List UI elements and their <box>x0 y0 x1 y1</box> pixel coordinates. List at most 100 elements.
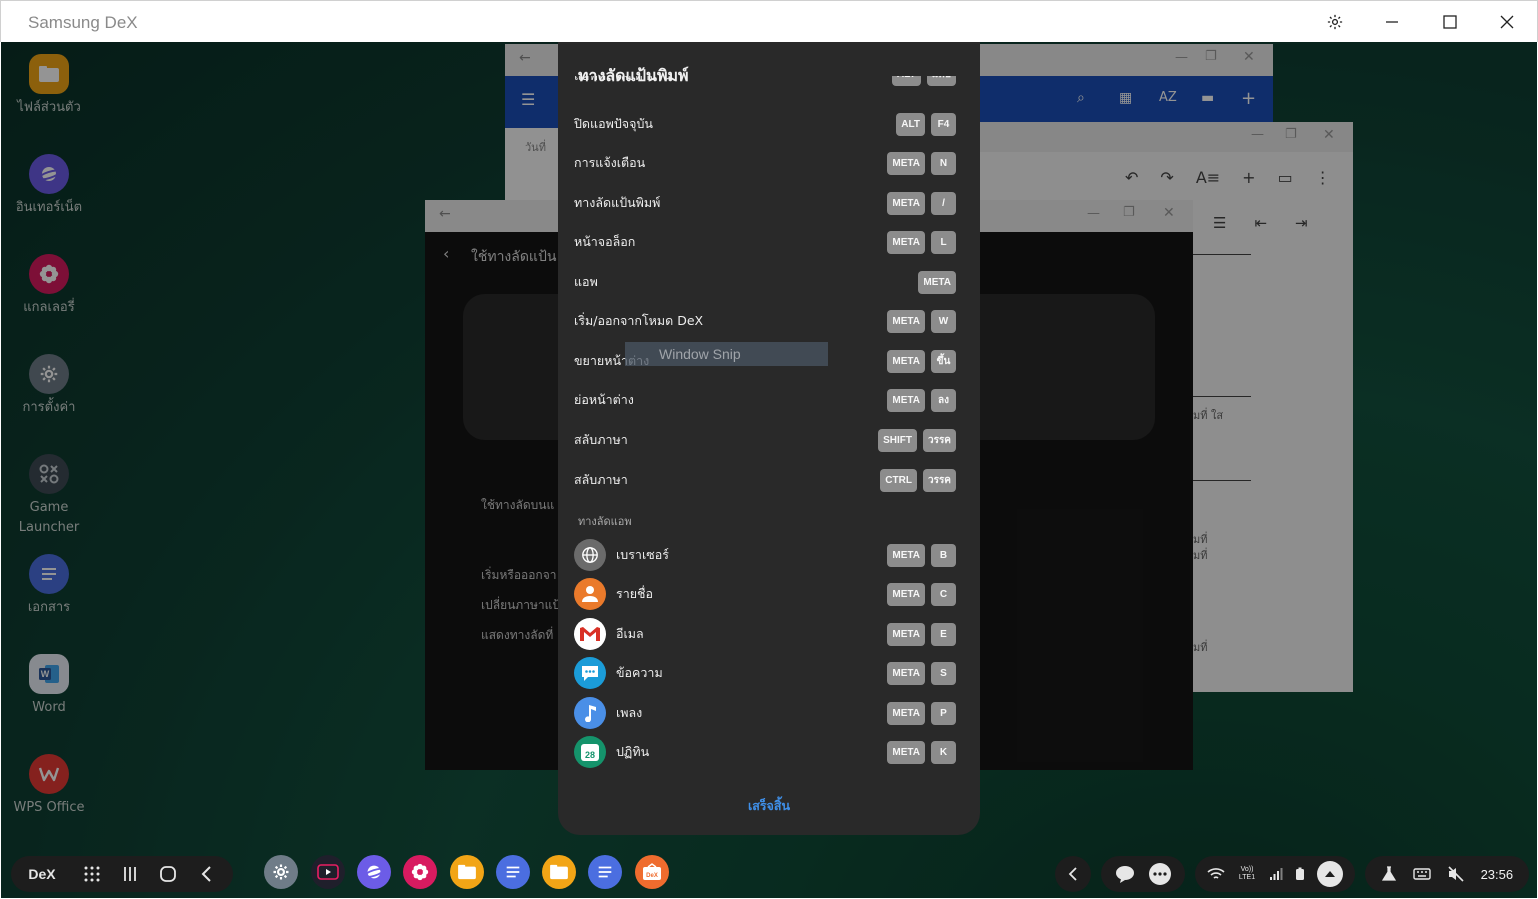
settings-line[interactable]: เริ่มหรือออกจา <box>481 566 556 585</box>
taskbar-files-app[interactable] <box>450 855 484 889</box>
desktop-icon-my-files[interactable]: ไฟล์ส่วนตัว <box>9 54 89 118</box>
desktop-icon-word[interactable]: W Word <box>9 654 89 718</box>
back-arrow-icon[interactable]: ← <box>519 50 531 66</box>
back-icon[interactable] <box>187 866 225 882</box>
taskbar-settings-app[interactable] <box>264 855 298 889</box>
lab-flask-icon[interactable] <box>1381 866 1397 882</box>
desktop-icon-label: Word <box>32 700 66 715</box>
taskbar-dex-app[interactable]: DeX <box>635 855 669 889</box>
caret-up-icon <box>1325 871 1335 877</box>
recent-apps-icon[interactable] <box>111 866 149 882</box>
add-icon[interactable]: + <box>1241 88 1256 109</box>
taskbar-internet-app[interactable] <box>357 855 391 889</box>
list-icon[interactable]: ☰ <box>1213 214 1226 232</box>
minimize-icon[interactable]: — <box>1175 50 1188 65</box>
collapse-tray-button[interactable] <box>1055 856 1091 892</box>
grid-icon[interactable]: ▦ <box>1119 90 1132 106</box>
keyboard-icon[interactable] <box>1413 867 1431 881</box>
document-icon <box>29 554 69 594</box>
desktop-icon-internet[interactable]: อินเทอร์เน็ต <box>9 154 89 218</box>
calendar-day: 28 <box>581 743 599 761</box>
dex-button[interactable]: DeX <box>11 866 73 882</box>
taskbar-video-app[interactable] <box>311 855 345 889</box>
minimize-icon[interactable]: — <box>1251 127 1264 142</box>
minimize-icon[interactable] <box>1379 9 1405 35</box>
close-icon[interactable]: ✕ <box>1163 205 1175 221</box>
home-icon[interactable] <box>149 865 187 883</box>
desktop-icon-settings[interactable]: การตั้งค่า <box>9 354 89 418</box>
key-cap: S <box>931 661 956 685</box>
key-cap: C <box>931 582 956 606</box>
settings-title: ใช้ทางลัดแป้น <box>471 249 557 265</box>
shortcut-keys: META ขึ้น <box>887 349 956 373</box>
outdent-icon[interactable]: ⇤ <box>1254 214 1267 232</box>
add-icon[interactable]: + <box>1242 168 1255 187</box>
desktop-icon-gallery[interactable]: แกลเลอรี่ <box>9 254 89 318</box>
mute-icon[interactable] <box>1447 866 1465 882</box>
status-tray[interactable]: Vo)) LTE1 <box>1195 856 1355 892</box>
key-cap: L <box>931 230 956 254</box>
taskbar-docs-app-2[interactable] <box>588 855 622 889</box>
app-shortcut-row-email: อีเมล META E <box>574 617 956 651</box>
restore-icon[interactable]: ❐ <box>1205 49 1217 64</box>
desktop-icon-documents[interactable]: เอกสาร <box>9 554 89 618</box>
key-cap: META <box>887 151 925 175</box>
close-icon[interactable] <box>1494 9 1520 35</box>
close-icon[interactable]: ✕ <box>1243 49 1255 65</box>
app-name: รายชื่อ <box>616 586 654 601</box>
notification-icons[interactable] <box>1101 856 1185 892</box>
chevron-left-icon[interactable]: ‹ <box>443 244 449 263</box>
key-cap: CTRL <box>880 468 917 492</box>
shortcut-name: สลับภาษา <box>574 432 628 447</box>
restore-icon[interactable]: ❐ <box>1285 127 1297 142</box>
restore-icon[interactable]: ❐ <box>1123 205 1135 220</box>
close-icon[interactable]: ✕ <box>1323 127 1335 143</box>
taskbar-files-app-2[interactable] <box>542 855 576 889</box>
shortcut-name: เริ่ม/ออกจากโหมด DeX <box>574 313 704 328</box>
redo-icon[interactable]: ↷ <box>1160 168 1173 187</box>
menu-icon[interactable]: ☰ <box>521 90 535 109</box>
game-launcher-icon <box>29 454 69 494</box>
folder-icon[interactable]: ▬ <box>1201 90 1214 106</box>
globe-planet-icon <box>29 154 69 194</box>
sort-icon[interactable]: AZ <box>1159 90 1177 105</box>
calendar-icon: 28 <box>574 736 606 768</box>
comment-icon[interactable]: ▭ <box>1278 168 1293 187</box>
done-button[interactable]: เสร็จสิ้น <box>558 796 980 816</box>
app-shortcut-row-browser: เบราเซอร์ META B <box>574 538 956 572</box>
system-tray[interactable]: 23:56 <box>1365 856 1529 892</box>
taskbar-gallery-app[interactable] <box>403 855 437 889</box>
indent-icon[interactable]: ⇥ <box>1295 214 1308 232</box>
key-cap: P <box>931 701 956 725</box>
folder-icon <box>458 864 476 880</box>
expand-tray-button[interactable] <box>1317 861 1343 887</box>
maximize-icon[interactable] <box>1437 9 1463 35</box>
key-cap: META <box>887 701 925 725</box>
minimize-icon[interactable]: — <box>1087 206 1100 221</box>
text-style-icon[interactable]: A≡ <box>1196 168 1220 187</box>
key-cap: META <box>887 191 925 215</box>
app-name: เบราเซอร์ <box>616 547 669 562</box>
line-app-icon[interactable] <box>1115 865 1135 883</box>
settings-line[interactable]: แสดงทางลัดที่ <box>481 626 553 645</box>
more-icon[interactable] <box>1149 863 1171 885</box>
word-icon: W <box>29 654 69 694</box>
app-drawer-icon[interactable] <box>73 865 111 883</box>
shortcut-keys: ALT F4 <box>896 112 956 136</box>
more-icon[interactable]: ⋮ <box>1315 168 1331 187</box>
gear-icon[interactable] <box>1322 9 1348 35</box>
desktop-icon-wps-office[interactable]: WPS Office <box>9 754 89 818</box>
settings-line[interactable]: เปลี่ยนภาษาแป้ <box>481 596 560 615</box>
flower-icon <box>29 254 69 294</box>
folder-icon <box>550 864 568 880</box>
search-icon[interactable]: ⌕ <box>1077 90 1085 106</box>
undo-icon[interactable]: ↶ <box>1125 168 1138 187</box>
shortcut-row: สลับภาษา SHIFT วรรค <box>574 425 956 455</box>
back-arrow-icon[interactable]: ← <box>439 206 451 222</box>
globe-planet-icon <box>363 865 385 879</box>
desktop-icon-game-launcher[interactable]: Game Launcher <box>9 454 89 538</box>
shortcut-name: ปิดแอพปัจจุบัน <box>574 116 653 131</box>
taskbar-docs-app[interactable] <box>496 855 530 889</box>
key-cap: B <box>931 543 956 567</box>
format-toolbar: ☰ ⇤ ⇥ <box>1213 214 1308 232</box>
